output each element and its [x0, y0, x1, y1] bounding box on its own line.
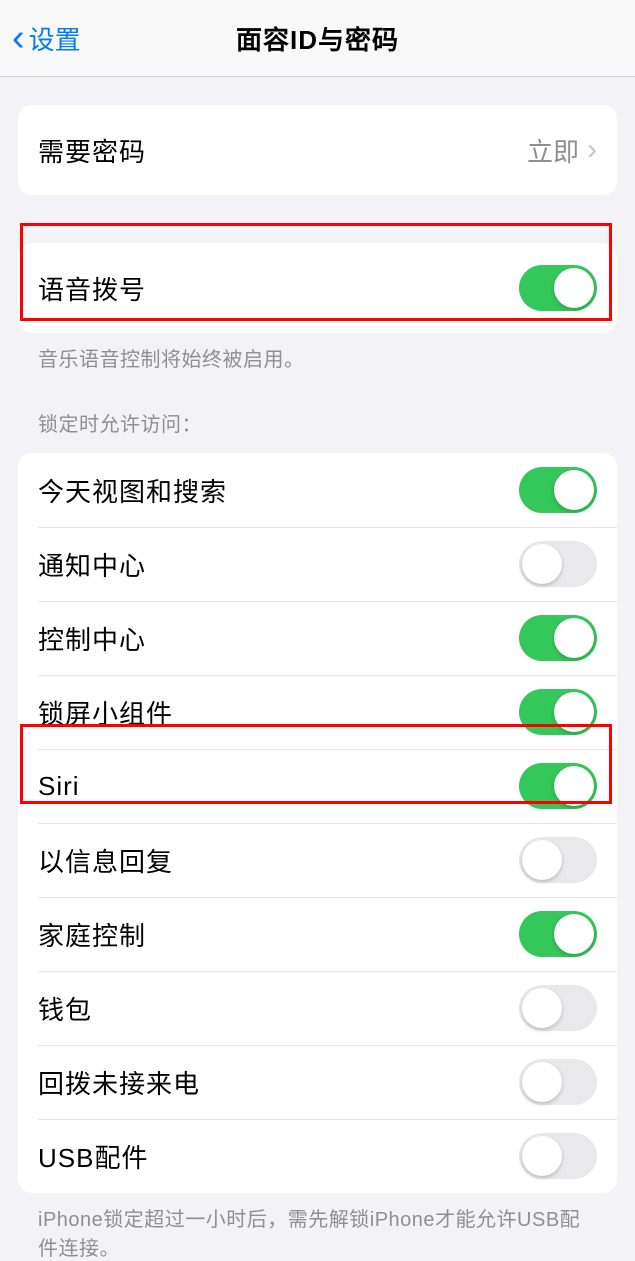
back-label: 设置 — [29, 20, 81, 57]
lock-access-header: 锁定时允许访问： — [0, 408, 635, 445]
require-passcode-value: 立即 › — [527, 132, 597, 169]
lock-item-label: 家庭控制 — [38, 916, 146, 953]
lock-item-label: USB配件 — [38, 1138, 148, 1175]
lock-item-usb-accessories: USB配件 — [18, 1119, 617, 1193]
lock-item-label: 通知中心 — [38, 546, 146, 583]
home-control-toggle[interactable] — [519, 911, 597, 957]
lock-access-group: 今天视图和搜索 通知中心 控制中心 锁屏小组件 Siri 以信息回复 家庭控制 — [18, 453, 617, 1193]
lock-screen-widgets-toggle[interactable] — [519, 689, 597, 735]
chevron-left-icon: ‹ — [12, 19, 25, 57]
page-title: 面容ID与密码 — [236, 20, 399, 57]
siri-toggle[interactable] — [519, 763, 597, 809]
navigation-bar: ‹ 设置 面容ID与密码 — [0, 0, 635, 77]
voice-dial-row: 语音拨号 — [18, 243, 617, 333]
control-center-toggle[interactable] — [519, 615, 597, 661]
lock-item-label: 控制中心 — [38, 620, 146, 657]
lock-item-return-missed-calls: 回拨未接来电 — [18, 1045, 617, 1119]
notification-center-toggle[interactable] — [519, 541, 597, 587]
lock-item-today-view: 今天视图和搜索 — [18, 453, 617, 527]
lock-item-label: 今天视图和搜索 — [38, 472, 227, 509]
usb-footer: iPhone锁定超过一小时后，需先解锁iPhone才能允许USB配件连接。 — [0, 1193, 635, 1261]
lock-item-label: 钱包 — [38, 990, 92, 1027]
lock-item-label: 锁屏小组件 — [38, 694, 173, 731]
lock-item-wallet: 钱包 — [18, 971, 617, 1045]
voice-dial-toggle[interactable] — [519, 265, 597, 311]
reply-with-message-toggle[interactable] — [519, 837, 597, 883]
lock-item-reply-with-message: 以信息回复 — [18, 823, 617, 897]
lock-item-home-control: 家庭控制 — [18, 897, 617, 971]
voice-dial-group: 语音拨号 — [18, 243, 617, 333]
voice-dial-footer: 音乐语音控制将始终被启用。 — [0, 333, 635, 372]
lock-item-label: Siri — [38, 771, 80, 802]
lock-item-siri: Siri — [18, 749, 617, 823]
lock-item-label: 回拨未接来电 — [38, 1064, 200, 1101]
return-missed-calls-toggle[interactable] — [519, 1059, 597, 1105]
require-passcode-row[interactable]: 需要密码 立即 › — [18, 105, 617, 195]
lock-item-label: 以信息回复 — [38, 842, 173, 879]
require-passcode-group: 需要密码 立即 › — [18, 105, 617, 195]
back-button[interactable]: ‹ 设置 — [0, 19, 81, 57]
voice-dial-label: 语音拨号 — [38, 270, 146, 307]
require-passcode-label: 需要密码 — [38, 132, 146, 169]
lock-item-control-center: 控制中心 — [18, 601, 617, 675]
lock-item-notification-center: 通知中心 — [18, 527, 617, 601]
lock-item-lock-screen-widgets: 锁屏小组件 — [18, 675, 617, 749]
wallet-toggle[interactable] — [519, 985, 597, 1031]
usb-accessories-toggle[interactable] — [519, 1133, 597, 1179]
chevron-right-icon: › — [587, 133, 597, 167]
today-view-toggle[interactable] — [519, 467, 597, 513]
